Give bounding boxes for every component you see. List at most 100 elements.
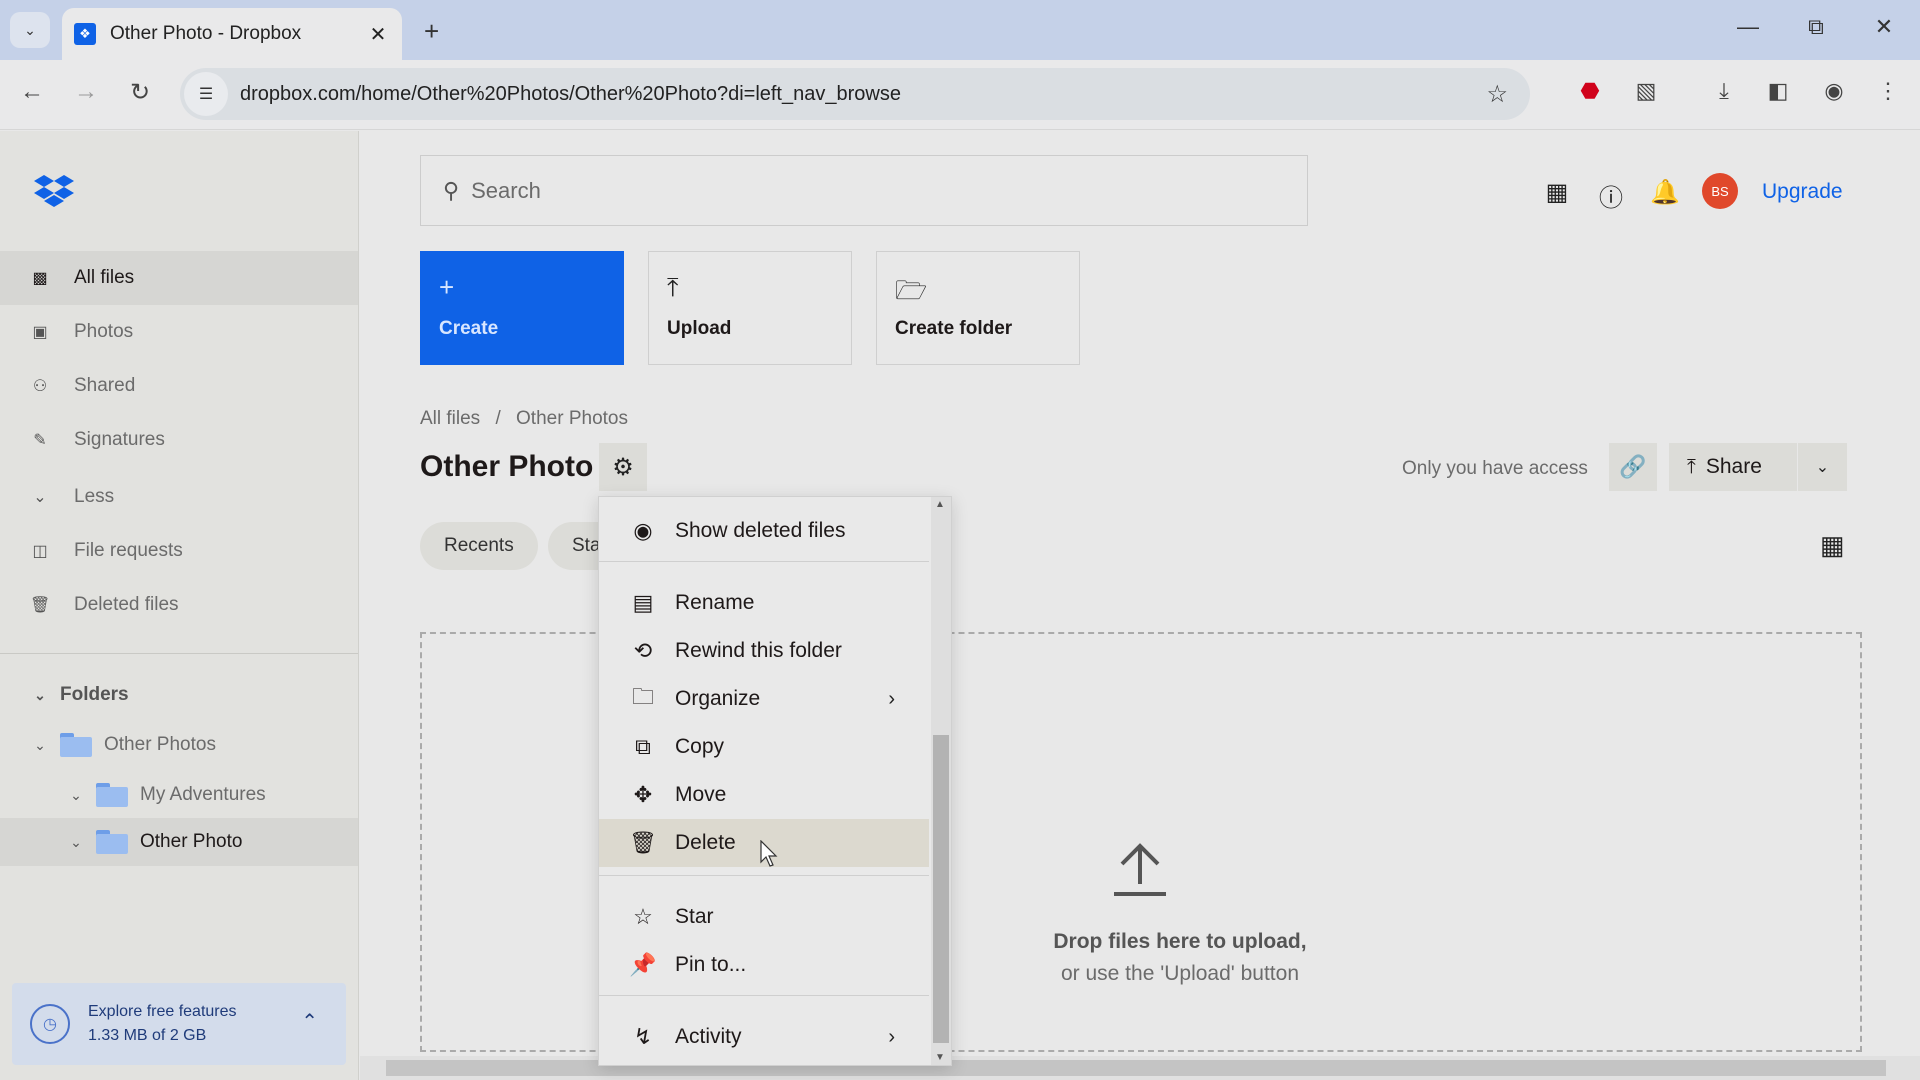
folder-label: Other Photo bbox=[140, 831, 243, 852]
sidebar-item-photos[interactable]: ▣ Photos bbox=[0, 305, 358, 359]
menu-item-label: Pin to... bbox=[675, 953, 747, 976]
menu-item-show-deleted-files[interactable]: ◉ Show deleted files bbox=[599, 507, 929, 555]
browser-tab[interactable]: ❖ Other Photo - Dropbox ✕ bbox=[62, 8, 402, 60]
download-icon[interactable]: ⤓ bbox=[1706, 78, 1742, 104]
folder-label: My Adventures bbox=[140, 784, 266, 805]
menu-item-label: Show deleted files bbox=[675, 519, 846, 542]
folder-icon bbox=[96, 830, 128, 854]
minimize-button[interactable]: — bbox=[1728, 14, 1768, 40]
side-panel-icon[interactable]: ◧ bbox=[1760, 78, 1796, 104]
sidebar-item-signatures[interactable]: ✎ Signatures bbox=[0, 413, 358, 467]
activity-icon: ↯ bbox=[633, 1024, 653, 1049]
menu-item-move[interactable]: ✥ Move bbox=[599, 771, 929, 819]
create-button[interactable]: + Create bbox=[420, 251, 624, 365]
chevron-down-icon: ⌄ bbox=[24, 21, 36, 38]
menu-item-rename[interactable]: ▤ Rename bbox=[599, 579, 929, 627]
extensions-puzzle-icon[interactable]: ▧ bbox=[1628, 78, 1664, 104]
dropbox-logo-icon[interactable] bbox=[34, 175, 74, 214]
chevron-up-icon[interactable]: ⌃ bbox=[301, 1009, 318, 1034]
breadcrumb-all-files[interactable]: All files bbox=[420, 408, 480, 429]
url-text[interactable]: dropbox.com/home/Other%20Photos/Other%20… bbox=[240, 83, 1486, 106]
tab-list-button[interactable]: ⌄ bbox=[10, 12, 50, 48]
organize-folder-icon: 🗀 bbox=[631, 684, 654, 709]
folder-tree-item-my-adventures[interactable]: ⌄ My Adventures bbox=[0, 771, 358, 819]
bookmark-star-icon[interactable]: ☆ bbox=[1486, 80, 1508, 109]
tab-title: Other Photo - Dropbox bbox=[110, 23, 302, 44]
folder-settings-button[interactable]: ⚙ bbox=[599, 443, 647, 491]
site-settings-icon[interactable]: ☰ bbox=[184, 72, 228, 116]
menu-item-label: Rename bbox=[675, 591, 755, 614]
folder-tree-item-other-photos[interactable]: ⌄ Other Photos bbox=[0, 721, 358, 769]
move-icon: ✥ bbox=[633, 782, 653, 807]
folder-label: Other Photos bbox=[104, 734, 216, 755]
sidebar-item-label: Photos bbox=[74, 321, 134, 342]
menu-item-copy[interactable]: ⧉ Copy bbox=[599, 723, 929, 771]
breadcrumb-other-photos[interactable]: Other Photos bbox=[516, 408, 628, 429]
gear-icon: ⚙ bbox=[612, 453, 634, 481]
signature-icon: ✎ bbox=[33, 432, 47, 449]
chevron-right-icon: › bbox=[888, 1025, 895, 1048]
upload-arrow-icon bbox=[1114, 843, 1166, 896]
sidebar-item-all-files[interactable]: ▩ All files bbox=[0, 251, 358, 305]
kebab-menu-icon[interactable]: ⋮ bbox=[1870, 78, 1906, 104]
menu-item-label: Rewind this folder bbox=[675, 639, 842, 662]
file-request-icon: ◫ bbox=[32, 543, 48, 560]
explore-free-features-banner[interactable]: ◷ Explore free features 1.33 MB of 2 GB … bbox=[12, 983, 346, 1065]
close-window-button[interactable]: ✕ bbox=[1864, 14, 1904, 40]
dropzone-subtitle-text: or use the 'Upload' button bbox=[1060, 962, 1299, 985]
profile-avatar-icon[interactable]: ◉ bbox=[1816, 78, 1852, 104]
reload-button[interactable]: ↻ bbox=[122, 78, 158, 107]
forward-button[interactable]: → bbox=[68, 78, 104, 106]
upload-icon: ⤒ bbox=[667, 272, 679, 302]
app-grid-icon[interactable]: ▦ bbox=[1541, 178, 1573, 207]
adblock-extension-icon[interactable]: ⬣ bbox=[1572, 78, 1608, 104]
menu-scrollbar-thumb[interactable] bbox=[933, 735, 949, 1043]
folder-context-menu: ◉ Show deleted files ▤ Rename ⟲ Rewind t… bbox=[598, 496, 952, 1066]
reload-icon: ↻ bbox=[129, 79, 151, 106]
share-button[interactable]: ⤒ Share bbox=[1669, 455, 1797, 479]
upload-button[interactable]: ⤒ Upload bbox=[648, 251, 852, 365]
folders-section-toggle[interactable]: ⌄ Folders bbox=[0, 671, 358, 719]
back-button[interactable]: ← bbox=[14, 78, 50, 106]
upload-label: Upload bbox=[667, 318, 732, 339]
browser-toolbar: ← → ↻ ☰ dropbox.com/home/Other%20Photos/… bbox=[0, 60, 1920, 130]
chevron-down-icon[interactable]: ⌄ bbox=[30, 737, 50, 754]
menu-item-label: Star bbox=[675, 905, 714, 928]
upgrade-link[interactable]: Upgrade bbox=[1762, 180, 1843, 204]
create-label: Create bbox=[439, 318, 499, 339]
scroll-down-arrow-icon[interactable]: ▼ bbox=[935, 1052, 945, 1063]
horizontal-scrollbar[interactable] bbox=[360, 1056, 1920, 1080]
filter-chip-recents[interactable]: Recents bbox=[420, 522, 538, 570]
shared-icon: ⚇ bbox=[32, 378, 48, 395]
menu-item-activity[interactable]: ↯ Activity › bbox=[599, 1013, 929, 1061]
sidebar-item-shared[interactable]: ⚇ Shared bbox=[0, 359, 358, 413]
restore-button[interactable]: ⧉ bbox=[1796, 14, 1836, 40]
sidebar-item-deleted-files[interactable]: 🗑 Deleted files bbox=[0, 578, 358, 632]
create-folder-button[interactable]: 🗁 Create folder bbox=[876, 251, 1080, 365]
close-tab-icon[interactable]: ✕ bbox=[366, 22, 390, 47]
scroll-up-arrow-icon[interactable]: ▲ bbox=[935, 499, 945, 510]
grid-view-icon[interactable]: ▦ bbox=[1820, 530, 1845, 561]
create-folder-label: Create folder bbox=[895, 318, 1013, 339]
menu-item-label: Move bbox=[675, 783, 727, 806]
sidebar-item-less[interactable]: ⌄ Less bbox=[0, 470, 358, 524]
share-dropdown-chevron-icon[interactable]: ⌄ bbox=[1798, 457, 1847, 477]
copy-link-button[interactable]: 🔗 bbox=[1609, 443, 1657, 491]
sidebar-item-file-requests[interactable]: ◫ File requests bbox=[0, 524, 358, 578]
menu-item-organize[interactable]: 🗀 Organize › bbox=[599, 675, 929, 723]
notifications-bell-icon[interactable]: 🔔 bbox=[1649, 178, 1681, 207]
folder-icon bbox=[96, 783, 128, 807]
folder-tree-item-other-photo[interactable]: ⌄ Other Photo bbox=[0, 818, 358, 866]
storage-usage: 1.33 MB of 2 GB bbox=[88, 1027, 207, 1044]
chevron-down-icon[interactable]: ⌄ bbox=[66, 787, 86, 804]
new-tab-button[interactable]: + bbox=[424, 16, 439, 47]
menu-item-pin-to[interactable]: 📌 Pin to... bbox=[599, 941, 929, 989]
menu-item-star[interactable]: ☆ Star bbox=[599, 893, 929, 941]
search-input[interactable]: ⚲ Search bbox=[420, 155, 1308, 226]
user-avatar[interactable]: BS bbox=[1702, 173, 1738, 209]
help-icon[interactable]: ⓘ bbox=[1595, 178, 1627, 213]
address-bar[interactable]: ☰ dropbox.com/home/Other%20Photos/Other%… bbox=[180, 68, 1530, 120]
menu-scrollbar[interactable]: ▲ ▼ bbox=[931, 497, 951, 1065]
menu-item-rewind-this-folder[interactable]: ⟲ Rewind this folder bbox=[599, 627, 929, 675]
chevron-down-icon[interactable]: ⌄ bbox=[66, 834, 86, 851]
